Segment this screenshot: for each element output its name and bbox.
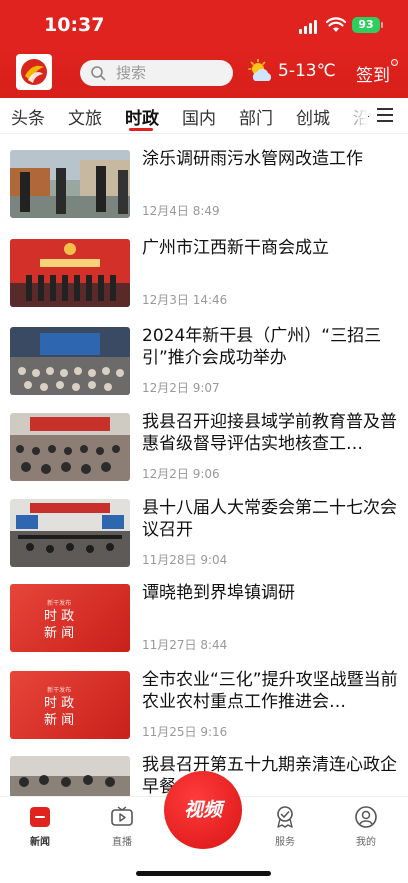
news-icon bbox=[30, 807, 50, 827]
news-feed[interactable]: 涂乐调研雨污水管网改造工作 12月4日 8:49 广州市江西新干商会成立 12月… bbox=[0, 134, 408, 796]
nav-mine[interactable]: 我的 bbox=[336, 805, 396, 848]
thumbnail-stamp: 新干发布 时 政 新 闻 bbox=[44, 687, 75, 728]
app-logo[interactable] bbox=[16, 54, 52, 90]
search-bar[interactable] bbox=[80, 60, 233, 86]
live-video-icon bbox=[111, 806, 133, 826]
app-header: 5-13℃ 签到 bbox=[0, 46, 408, 98]
news-thumbnail bbox=[10, 499, 130, 567]
signin-button[interactable]: 签到 bbox=[356, 61, 390, 86]
list-item[interactable]: 我县召开迎接县域学前教育普及普惠省级督导评估实地核查工… 12月2日 9:06 bbox=[0, 411, 408, 499]
news-date: 11月28日 9:04 bbox=[142, 553, 228, 567]
tabs-fade bbox=[338, 98, 368, 133]
wifi-icon bbox=[326, 17, 346, 32]
news-date: 12月2日 9:06 bbox=[142, 467, 220, 481]
search-input[interactable] bbox=[116, 60, 226, 86]
notification-dot bbox=[391, 59, 398, 66]
nav-news[interactable]: 新闻 bbox=[10, 805, 70, 848]
list-item[interactable]: 新干发布 时 政 新 闻 全市农业“三化”提升攻坚战暨当前农业农村重点工作推进会… bbox=[0, 669, 408, 757]
news-thumbnail bbox=[10, 756, 130, 796]
news-thumbnail bbox=[10, 239, 130, 307]
nav-label: 直播 bbox=[112, 837, 132, 848]
tab-headlines[interactable]: 头条 bbox=[11, 104, 45, 129]
news-title[interactable]: 我县召开迎接县域学前教育普及普惠省级督导评估实地核查工… bbox=[142, 411, 398, 455]
news-date: 12月2日 9:07 bbox=[142, 381, 220, 395]
news-title[interactable]: 涂乐调研雨污水管网改造工作 bbox=[142, 148, 398, 170]
status-bar: 10:37 93 bbox=[0, 0, 408, 46]
news-date: 11月25日 9:16 bbox=[142, 725, 228, 739]
news-thumbnail: 新干发布 时 政 新 闻 bbox=[10, 671, 130, 739]
nav-label: 我的 bbox=[356, 837, 376, 848]
video-label: 视频 bbox=[183, 799, 222, 821]
menu-icon[interactable] bbox=[373, 98, 408, 133]
news-date: 11月27日 8:44 bbox=[142, 638, 228, 652]
service-badge-icon bbox=[277, 806, 293, 828]
nav-service[interactable]: 服务 bbox=[255, 805, 315, 848]
list-item[interactable]: 2024年新干县（广州）“三招三引”推介会成功举办 12月2日 9:07 bbox=[0, 325, 408, 413]
news-title[interactable]: 谭晓艳到界埠镇调研 bbox=[142, 582, 398, 604]
cellular-signal-icon bbox=[299, 20, 319, 34]
user-icon bbox=[355, 806, 377, 828]
weather-temperature[interactable]: 5-13℃ bbox=[278, 61, 336, 81]
tab-civilized-city[interactable]: 创城 bbox=[296, 104, 330, 129]
search-icon bbox=[91, 66, 106, 81]
news-title[interactable]: 广州市江西新干商会成立 bbox=[142, 237, 398, 259]
news-title[interactable]: 2024年新干县（广州）“三招三引”推介会成功举办 bbox=[142, 325, 398, 369]
list-item[interactable]: 新干发布 时 政 新 闻 谭晓艳到界埠镇调研 11月27日 8:44 bbox=[0, 582, 408, 670]
sun-cloud-icon bbox=[248, 59, 272, 81]
list-item[interactable]: 涂乐调研雨污水管网改造工作 12月4日 8:49 bbox=[0, 148, 408, 236]
news-thumbnail: 新干发布 时 政 新 闻 bbox=[10, 584, 130, 652]
news-thumbnail bbox=[10, 413, 130, 481]
channel-tabs: 头条 文旅 时政 国内 部门 创城 沿 bbox=[0, 98, 408, 134]
nav-live[interactable]: 直播 bbox=[92, 805, 152, 848]
home-indicator[interactable] bbox=[136, 871, 271, 876]
battery-icon: 93 bbox=[352, 17, 383, 33]
thumbnail-stamp: 新干发布 时 政 新 闻 bbox=[44, 600, 75, 641]
tab-domestic[interactable]: 国内 bbox=[182, 104, 216, 129]
tab-departments[interactable]: 部门 bbox=[239, 104, 273, 129]
bottom-navigation: 新闻 直播 视频 服务 我的 bbox=[0, 771, 408, 883]
news-title[interactable]: 县十八届人大常委会第二十七次会议召开 bbox=[142, 497, 398, 541]
video-button[interactable]: 视频 bbox=[164, 771, 242, 849]
news-date: 12月3日 14:46 bbox=[142, 293, 228, 307]
list-item[interactable]: 县十八届人大常委会第二十七次会议召开 11月28日 9:04 bbox=[0, 497, 408, 585]
active-tab-indicator bbox=[129, 128, 153, 131]
tab-culture-travel[interactable]: 文旅 bbox=[68, 104, 102, 129]
news-thumbnail bbox=[10, 327, 130, 395]
tab-politics[interactable]: 时政 bbox=[125, 104, 159, 129]
list-item[interactable]: 广州市江西新干商会成立 12月3日 14:46 bbox=[0, 237, 408, 325]
news-title[interactable]: 全市农业“三化”提升攻坚战暨当前农业农村重点工作推进会… bbox=[142, 669, 398, 713]
nav-label: 新闻 bbox=[30, 837, 50, 848]
news-date: 12月4日 8:49 bbox=[142, 204, 220, 218]
status-time: 10:37 bbox=[44, 14, 105, 36]
news-thumbnail bbox=[10, 150, 130, 218]
nav-label: 服务 bbox=[275, 837, 295, 848]
